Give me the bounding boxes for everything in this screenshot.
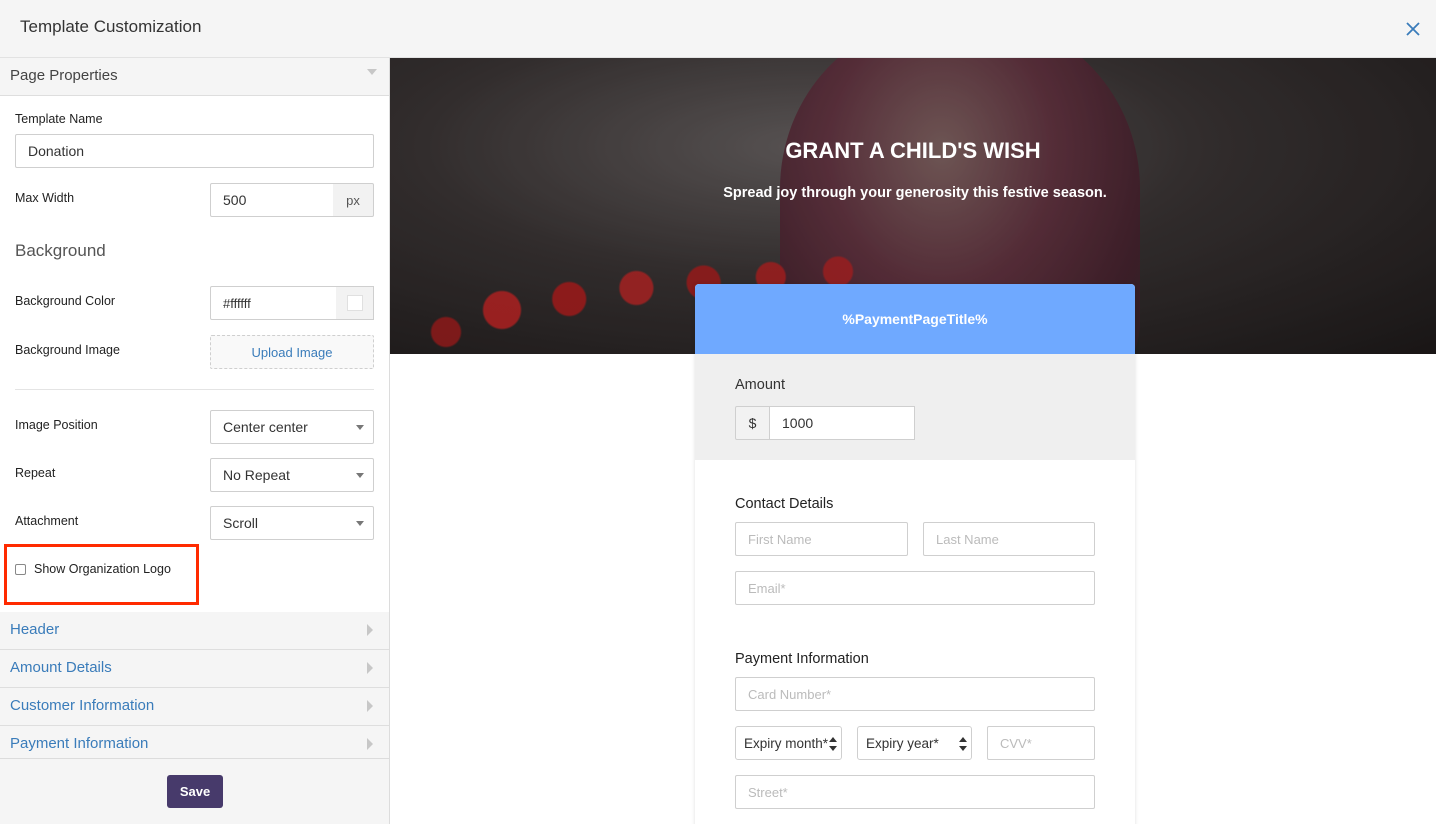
image-position-label: Image Position [15,418,98,432]
window-title: Template Customization [20,17,202,36]
upload-image-button[interactable]: Upload Image [210,335,374,369]
close-icon[interactable] [1404,20,1422,38]
currency-symbol: $ [735,406,770,440]
repeat-value: No Repeat [223,467,290,483]
dropdown-arrow-icon [356,473,364,478]
section-customer-information[interactable]: Customer Information [0,688,389,726]
template-name-label: Template Name [15,112,103,126]
color-swatch [346,295,363,311]
show-logo-label: Show Organization Logo [34,562,171,576]
cvv-field[interactable]: CVV* [987,726,1095,760]
chevron-down-icon [367,69,377,75]
max-width-label: Max Width [15,191,75,205]
payment-card: %PaymentPageTitle% Amount $ 1000 Contact… [695,284,1135,824]
color-picker-button[interactable] [336,286,374,320]
show-logo-checkbox[interactable]: Show Organization Logo [15,562,171,576]
attachment-value: Scroll [223,515,259,531]
amount-label: Amount [735,377,785,393]
card-title: %PaymentPageTitle% [695,284,1135,354]
preview-area: GRANT A CHILD'S WISH Spread joy through … [390,58,1436,824]
dropdown-arrow-icon [356,521,364,526]
title-bar: Template Customization [0,0,1436,58]
max-width-input[interactable]: 500 [210,183,334,217]
background-heading: Background [15,241,106,260]
collapsed-sections: Header Amount Details Customer Informati… [0,612,389,764]
first-name-field[interactable]: First Name [735,522,908,556]
repeat-select[interactable]: No Repeat [210,458,374,492]
section-page-properties[interactable]: Page Properties [0,58,389,96]
max-width-unit: px [333,183,374,217]
image-position-value: Center center [223,419,308,435]
card-number-field[interactable]: Card Number* [735,677,1095,711]
payment-heading: Payment Information [735,651,869,667]
section-label: Amount Details [10,659,112,676]
section-label: Customer Information [10,697,155,714]
template-name-input[interactable]: Donation [15,134,374,168]
divider [15,389,374,390]
expiry-month-select[interactable]: Expiry month* [735,726,842,760]
checkbox[interactable] [15,563,26,575]
expiry-year-value: Expiry year* [866,735,939,751]
amount-section: Amount $ 1000 [695,354,1135,460]
street-field[interactable]: Street* [735,775,1095,809]
section-amount-details[interactable]: Amount Details [0,650,389,688]
chevron-right-icon [367,738,373,750]
updown-arrows-icon [829,737,837,751]
attachment-label: Attachment [15,514,79,528]
expiry-year-select[interactable]: Expiry year* [857,726,972,760]
chevron-right-icon [367,662,373,674]
chevron-right-icon [367,700,373,712]
attachment-select[interactable]: Scroll [210,506,374,540]
amount-input[interactable]: 1000 [769,406,915,440]
contact-heading: Contact Details [735,496,834,512]
customization-panel: Page Properties Template Name Donation M… [0,58,390,824]
section-label: Page Properties [10,67,118,84]
hero-subtitle: Spread joy through your generosity this … [723,185,1107,201]
bg-color-label: Background Color [15,294,116,308]
save-bar: Save [0,758,389,824]
bg-color-input[interactable]: #ffffff [210,286,337,320]
last-name-field[interactable]: Last Name [923,522,1095,556]
section-label: Header [10,621,60,638]
section-label: Payment Information [10,735,149,752]
save-button[interactable]: Save [167,775,223,808]
bg-image-label: Background Image [15,343,120,357]
section-header[interactable]: Header [0,612,389,650]
chevron-right-icon [367,624,373,636]
email-field[interactable]: Email* [735,571,1095,605]
hero-title: GRANT A CHILD'S WISH [785,138,1041,163]
expiry-month-value: Expiry month* [744,735,829,751]
image-position-select[interactable]: Center center [210,410,374,444]
page-properties-body: Template Name Donation Max Width 500 px … [0,96,389,612]
dropdown-arrow-icon [356,425,364,430]
updown-arrows-icon [959,737,967,751]
repeat-label: Repeat [15,466,56,480]
